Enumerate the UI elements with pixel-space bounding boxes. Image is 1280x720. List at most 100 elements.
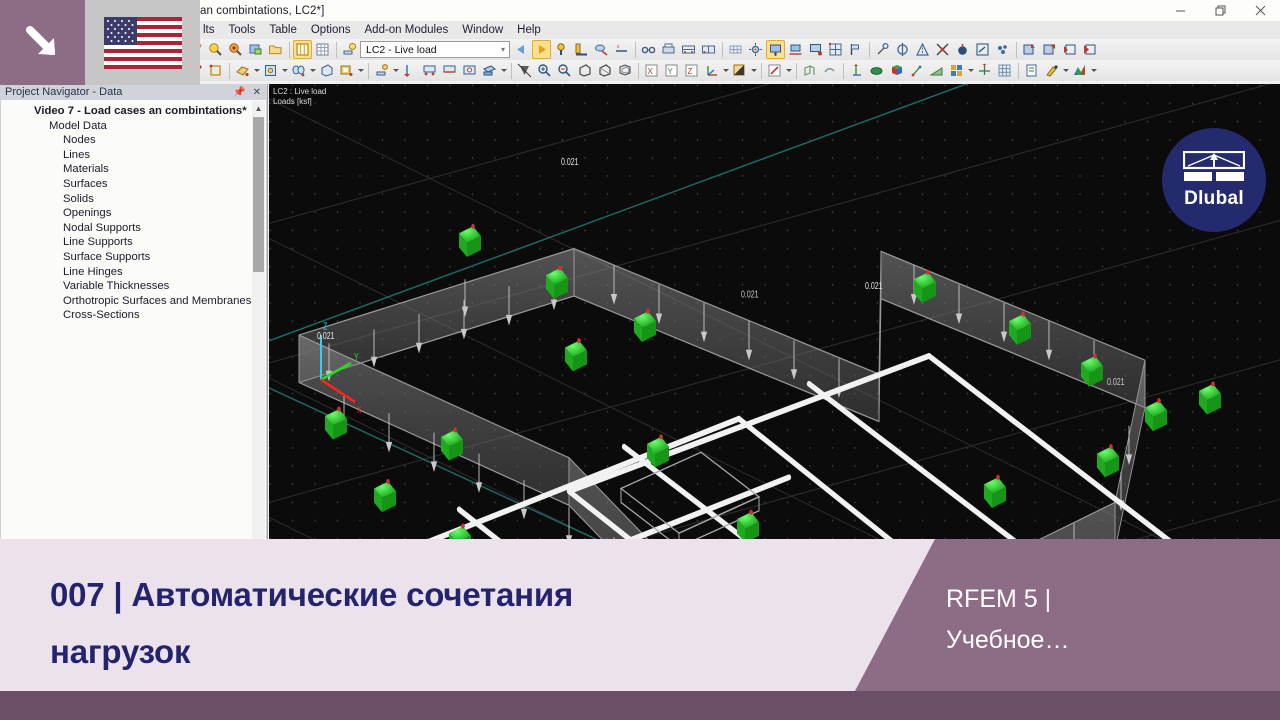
mirror-icon[interactable]	[913, 40, 932, 59]
tree-item-line-supports[interactable]: Line Supports	[1, 235, 266, 250]
print-table-icon[interactable]	[659, 40, 678, 59]
restore-button[interactable]	[1200, 0, 1240, 21]
result-axes-icon[interactable]	[975, 61, 994, 80]
line-load-icon[interactable]	[572, 40, 591, 59]
hinge-icon[interactable]	[460, 61, 479, 80]
export-1-icon[interactable]	[1020, 40, 1039, 59]
symmetry-icon[interactable]	[893, 40, 912, 59]
tree-item-surfaces[interactable]: Surfaces	[1, 177, 266, 192]
solid-create-icon[interactable]	[261, 61, 280, 80]
thickness-icon[interactable]	[480, 61, 499, 80]
intersection-icon[interactable]	[933, 40, 952, 59]
nodal-support-icon[interactable]	[400, 61, 419, 80]
tree-item-lines[interactable]: Lines	[1, 148, 266, 163]
chevron-down-icon[interactable]: ▾	[501, 45, 505, 54]
surface-shade-icon[interactable]	[867, 61, 886, 80]
menu-item-tools[interactable]: Tools	[222, 21, 263, 39]
axis-dropdown-caret[interactable]	[722, 61, 730, 80]
zoom-all-icon[interactable]	[226, 40, 245, 59]
member-create-icon[interactable]	[289, 61, 308, 80]
surface-create-icon[interactable]	[233, 61, 252, 80]
tree-item-orthotropic-surfaces[interactable]: Orthotropic Surfaces and Membranes	[1, 294, 266, 309]
mesh-grid-icon[interactable]	[726, 40, 745, 59]
select-all-icon[interactable]	[515, 61, 534, 80]
mesh-refine-icon[interactable]	[995, 61, 1014, 80]
slope-icon[interactable]	[927, 61, 946, 80]
rotate-icon[interactable]	[953, 40, 972, 59]
beam-table-icon[interactable]	[679, 40, 698, 59]
flag-marker-icon[interactable]	[846, 40, 865, 59]
chevron-up-icon[interactable]: ▲	[252, 101, 265, 115]
view-z-icon[interactable]: Z	[682, 61, 701, 80]
projection-3d-icon[interactable]	[615, 61, 634, 80]
surface-support-icon[interactable]	[440, 61, 459, 80]
load-values-icon[interactable]	[806, 40, 825, 59]
undo-curve-icon[interactable]	[820, 61, 839, 80]
scrollbar-thumb[interactable]	[253, 117, 264, 272]
zoom-window-icon[interactable]	[575, 61, 594, 80]
close-icon[interactable]: ✕	[253, 87, 261, 98]
edit-pencil-icon[interactable]	[765, 61, 784, 80]
nodal-load-icon[interactable]	[552, 40, 571, 59]
node-snap-icon[interactable]	[873, 40, 892, 59]
menu-item-addon-modules[interactable]: Add-on Modules	[358, 21, 456, 39]
zoom-out-icon[interactable]	[555, 61, 574, 80]
surface-dropdown-caret[interactable]	[253, 61, 261, 80]
zoom-selection-icon[interactable]	[206, 40, 225, 59]
import-2-icon[interactable]	[1080, 40, 1099, 59]
line-create-icon[interactable]	[206, 61, 225, 80]
thickness-dropdown-caret[interactable]	[500, 61, 508, 80]
grid-table-icon[interactable]	[313, 40, 332, 59]
minimize-button[interactable]	[1160, 0, 1200, 21]
solid-dropdown-caret[interactable]	[281, 61, 289, 80]
tree-item-nodes[interactable]: Nodes	[1, 133, 266, 148]
line-support-icon[interactable]	[420, 61, 439, 80]
tree-item-surface-supports[interactable]: Surface Supports	[1, 250, 266, 265]
local-axes-icon[interactable]	[847, 61, 866, 80]
show-loads-icon[interactable]	[766, 40, 785, 59]
menu-item-options[interactable]: Options	[304, 21, 358, 39]
tree-item-variable-thicknesses[interactable]: Variable Thicknesses	[1, 279, 266, 294]
opening-create-icon[interactable]	[337, 61, 356, 80]
tree-item-materials[interactable]: Materials	[1, 162, 266, 177]
tree-item-openings[interactable]: Openings	[1, 206, 266, 221]
support-dropdown-caret[interactable]	[392, 61, 400, 80]
free-load-icon[interactable]: x	[612, 40, 631, 59]
zoom-previous-icon[interactable]	[595, 61, 614, 80]
close-button[interactable]	[1240, 0, 1280, 21]
surface-load-icon[interactable]	[592, 40, 611, 59]
zoom-in-icon[interactable]	[535, 61, 554, 80]
menu-item-table[interactable]: Table	[262, 21, 304, 39]
cuboid-create-icon[interactable]	[317, 61, 336, 80]
color-picker-icon[interactable]	[1042, 61, 1061, 80]
tree-item-nodal-supports[interactable]: Nodal Supports	[1, 221, 266, 236]
tree-item-project[interactable]: Video 7 - Load cases an combintations*	[1, 104, 266, 119]
panel-layout-icon[interactable]	[947, 61, 966, 80]
results-dropdown-caret[interactable]	[1090, 61, 1098, 80]
tree-item-line-hinges[interactable]: Line Hinges	[1, 265, 266, 280]
table-view-icon[interactable]	[293, 40, 312, 59]
tree-item-solids[interactable]: Solids	[1, 192, 266, 207]
frame-table-icon[interactable]	[699, 40, 718, 59]
tree-item-cross-sections[interactable]: Cross-Sections	[1, 308, 266, 323]
load-direction-icon[interactable]	[786, 40, 805, 59]
load-case-combo[interactable]: LC2 - Live load ▾	[360, 41, 510, 58]
settings-gear-icon[interactable]	[746, 40, 765, 59]
export-2-icon[interactable]	[1040, 40, 1059, 59]
import-1-icon[interactable]	[1060, 40, 1079, 59]
render-fill-icon[interactable]	[730, 61, 749, 80]
render-dropdown-caret[interactable]	[750, 61, 758, 80]
color-dropdown-caret[interactable]	[1062, 61, 1070, 80]
model-wireframe-icon[interactable]	[800, 61, 819, 80]
menu-item-window[interactable]: Window	[455, 21, 510, 39]
new-window-icon[interactable]	[246, 40, 265, 59]
previous-load-case-icon[interactable]	[512, 40, 531, 59]
view-y-icon[interactable]: Y	[662, 61, 681, 80]
load-grid-icon[interactable]	[826, 40, 845, 59]
tree-item-model-data[interactable]: Model Data	[1, 119, 266, 134]
menu-item-help[interactable]: Help	[510, 21, 548, 39]
open-folder-icon[interactable]	[266, 40, 285, 59]
panel-dropdown-caret[interactable]	[967, 61, 975, 80]
dimension-icon[interactable]	[973, 40, 992, 59]
opening-dropdown-caret[interactable]	[357, 61, 365, 80]
